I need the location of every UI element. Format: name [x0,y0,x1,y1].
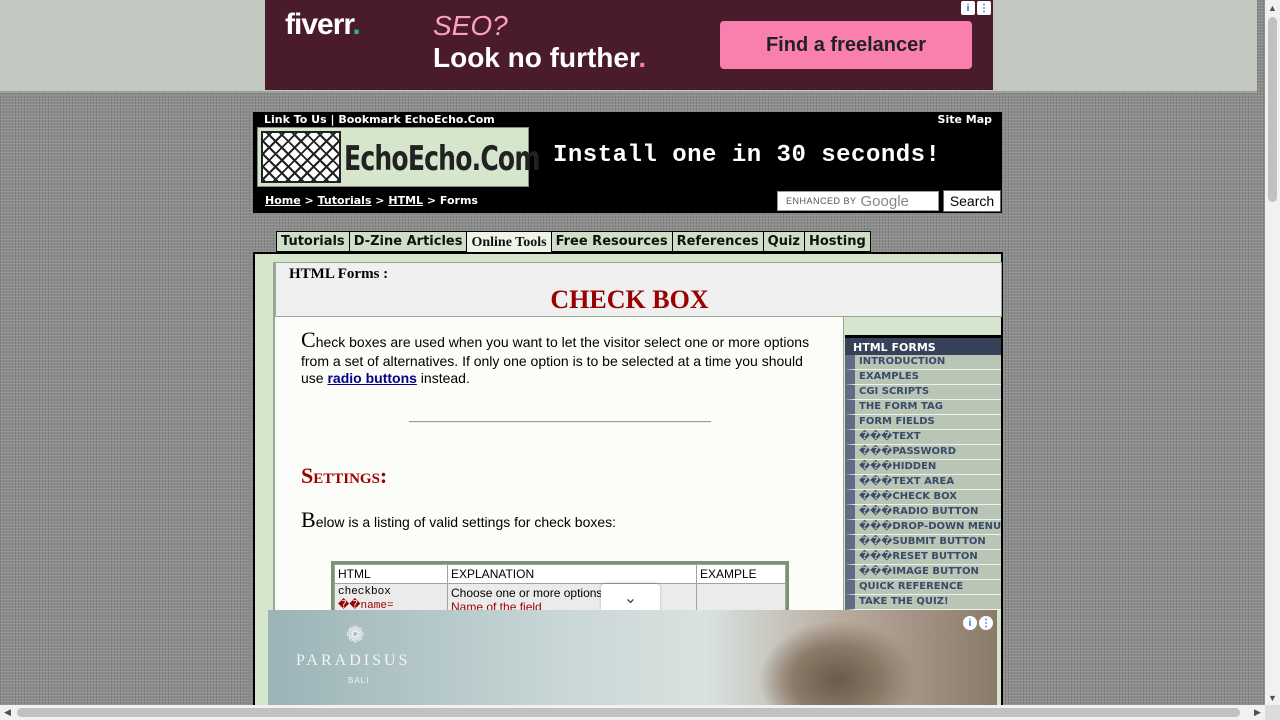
section-label: HTML Forms : [289,266,389,282]
ad-photo [758,620,918,706]
sidebar-item-examples[interactable]: EXAMPLES [845,370,1001,385]
sidebar-item-form-tag[interactable]: THE FORM TAG [845,400,1001,415]
sidebar-item-password[interactable]: ���PASSWORD [845,445,1001,460]
tab-dzine-articles[interactable]: D-Zine Articles [348,231,467,252]
main-tabs: Tutorials D-Zine Articles Online Tools F… [276,231,871,254]
sidebar-item-hidden[interactable]: ���HIDDEN [845,460,1001,475]
horizontal-scrollbar[interactable]: ◀ ▶ [0,705,1265,720]
column-header-html: HTML [335,565,447,583]
bottom-advertisement[interactable]: ❁ PARADISUS BALI i ⋮ [268,610,997,706]
tab-free-resources[interactable]: Free Resources [550,231,672,252]
radio-buttons-link[interactable]: radio buttons [327,370,416,386]
chevron-down-icon: ⌄ [623,590,638,607]
scrollbar-corner [1265,705,1280,720]
tab-online-tools[interactable]: Online Tools [466,231,551,254]
sidebar-item-cgi-scripts[interactable]: CGI SCRIPTS [845,385,1001,400]
search-input[interactable]: ENHANCED BY Google [777,191,939,211]
ad-choices[interactable]: i ⋮ [963,616,993,630]
scroll-thumb[interactable] [17,708,1240,717]
ad-subheadline: Look no further. [433,42,647,73]
intro-paragraph: Check boxes are used when you want to le… [301,327,810,386]
sidebar-item-quick-reference[interactable]: QUICK REFERENCE [845,580,1001,595]
more-icon[interactable]: ⋮ [979,616,993,630]
tab-quiz[interactable]: Quiz [762,231,804,252]
sidebar-item-drop-down-menu[interactable]: ���DROP-DOWN MENU [845,520,1001,535]
scroll-up-icon[interactable]: ▲ [1265,0,1280,15]
logo-grid-icon [261,131,341,183]
tab-hosting[interactable]: Hosting [804,231,871,252]
sidebar-item-text[interactable]: ���TEXT [845,430,1001,445]
breadcrumb-forms: Forms [439,194,478,207]
sidebar-item-form-fields[interactable]: FORM FIELDS [845,415,1001,430]
breadcrumb-tutorials[interactable]: Tutorials [318,194,372,207]
vertical-scrollbar[interactable]: ▲ ▼ [1265,0,1280,705]
breadcrumb-home[interactable]: Home [265,194,301,207]
info-icon[interactable]: i [961,1,975,15]
info-icon[interactable]: i [963,616,977,630]
settings-heading: Settings: [301,463,388,488]
divider [409,421,711,423]
page-title-bar: HTML Forms : CHECK BOX [275,262,1002,317]
collapse-ad-button[interactable]: ⌄ [601,584,660,612]
site-logo[interactable]: EchoEcho.Com [257,127,540,187]
sidebar-heading: HTML FORMS [845,335,1001,355]
sidebar-item-text-area[interactable]: ���TEXT AREA [845,475,1001,490]
sidebar-item-submit-button[interactable]: ���SUBMIT BUTTON [845,535,1001,550]
listing-paragraph: Below is a listing of valid settings for… [301,507,617,532]
ad-headline: SEO? [433,10,508,41]
scroll-right-icon[interactable]: ▶ [1250,705,1265,720]
sidebar-nav: HTML FORMS INTRODUCTION EXAMPLES CGI SCR… [845,333,1001,633]
breadcrumb: Home > Tutorials > HTML > Forms [265,194,478,207]
site-header: Link To Us | Bookmark EchoEcho.Com Site … [253,112,1002,213]
ad-brand-logo: fiverr. [285,8,361,41]
ad-brand-subtitle: BALI [348,676,370,685]
page-title: CHECK BOX [550,285,709,314]
tab-tutorials[interactable]: Tutorials [276,231,349,252]
tab-references[interactable]: References [671,231,763,252]
search-button[interactable]: Search [943,190,1001,212]
ad-cta-button[interactable]: Find a freelancer [720,21,972,69]
sidebar-item-reset-button[interactable]: ���RESET BUTTON [845,550,1001,565]
header-tagline: Install one in 30 seconds! [553,142,941,169]
sidebar-item-image-button[interactable]: ���IMAGE BUTTON [845,565,1001,580]
sidebar-item-introduction[interactable]: INTRODUCTION [845,355,1001,370]
site-map-link[interactable]: Site Map [938,113,992,126]
top-links[interactable]: Link To Us | Bookmark EchoEcho.Com [264,113,495,126]
sidebar-item-radio-button[interactable]: ���RADIO BUTTON [845,505,1001,520]
scroll-thumb[interactable] [1268,17,1277,202]
top-advertisement[interactable]: fiverr. SEO? Look no further. Find a fre… [265,0,993,90]
column-header-explanation: EXPLANATION [448,565,696,583]
column-header-example: EXAMPLE [697,565,785,583]
more-icon[interactable]: ⋮ [977,1,991,15]
ad-choices[interactable]: i ⋮ [961,1,991,15]
scroll-down-icon[interactable]: ▼ [1265,690,1280,705]
breadcrumb-html[interactable]: HTML [388,194,423,207]
scroll-left-icon[interactable]: ◀ [0,705,15,720]
ad-brand-mark-icon: ❁ [346,622,365,647]
logo-text: EchoEcho.Com [344,139,540,179]
table-header-row: HTML EXPLANATION EXAMPLE [335,565,785,583]
sidebar-item-take-quiz[interactable]: TAKE THE QUIZ! [845,595,1001,610]
sidebar-item-check-box[interactable]: ���CHECK BOX [845,490,1001,505]
ad-brand-name: PARADISUS [296,652,411,669]
